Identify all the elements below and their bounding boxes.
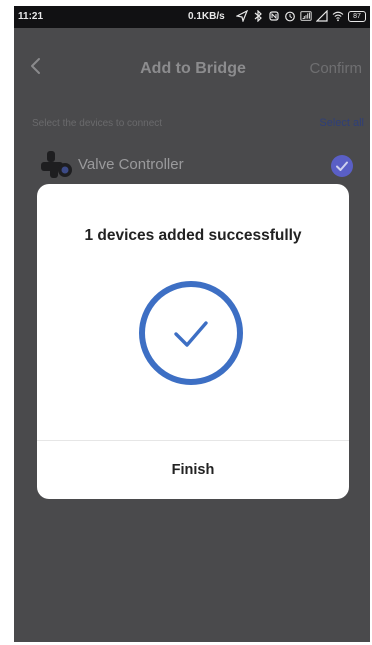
check-circle-icon[interactable] [330, 154, 354, 178]
status-icons: 87 [236, 10, 366, 22]
device-list-subtitle: Select the devices to connect [32, 118, 163, 129]
success-check-icon [139, 281, 243, 385]
signal-icon [316, 10, 328, 22]
nfc-icon [269, 11, 279, 21]
app-header: Add to Bridge Confirm [14, 28, 370, 98]
page-title: Add to Bridge [140, 60, 246, 77]
success-message: 1 devices added successfully [84, 227, 302, 244]
wifi-icon [332, 11, 344, 22]
bluetooth-icon [254, 10, 262, 22]
status-bar: 11:21 0.1KB/s 87 [14, 6, 370, 28]
phone-screen: 11:21 0.1KB/s 87 Add to Bridge Confirm S… [14, 6, 370, 642]
send-icon [236, 10, 248, 22]
valve-icon [41, 151, 72, 178]
finish-button[interactable]: Finish [37, 441, 349, 499]
select-all-button[interactable]: Select all [319, 117, 364, 129]
success-dialog: 1 devices added successfully Finish [37, 184, 349, 499]
alarm-icon [285, 11, 295, 22]
list-item[interactable]: Valve Controller [14, 148, 370, 182]
battery-icon: 87 [348, 10, 366, 22]
confirm-button[interactable]: Confirm [309, 60, 362, 77]
chevron-left-icon[interactable] [26, 56, 46, 76]
status-time: 11:21 [18, 11, 44, 22]
device-name: Valve Controller [78, 156, 184, 173]
signal-4g-icon [300, 11, 312, 21]
network-speed: 0.1KB/s [188, 11, 225, 22]
